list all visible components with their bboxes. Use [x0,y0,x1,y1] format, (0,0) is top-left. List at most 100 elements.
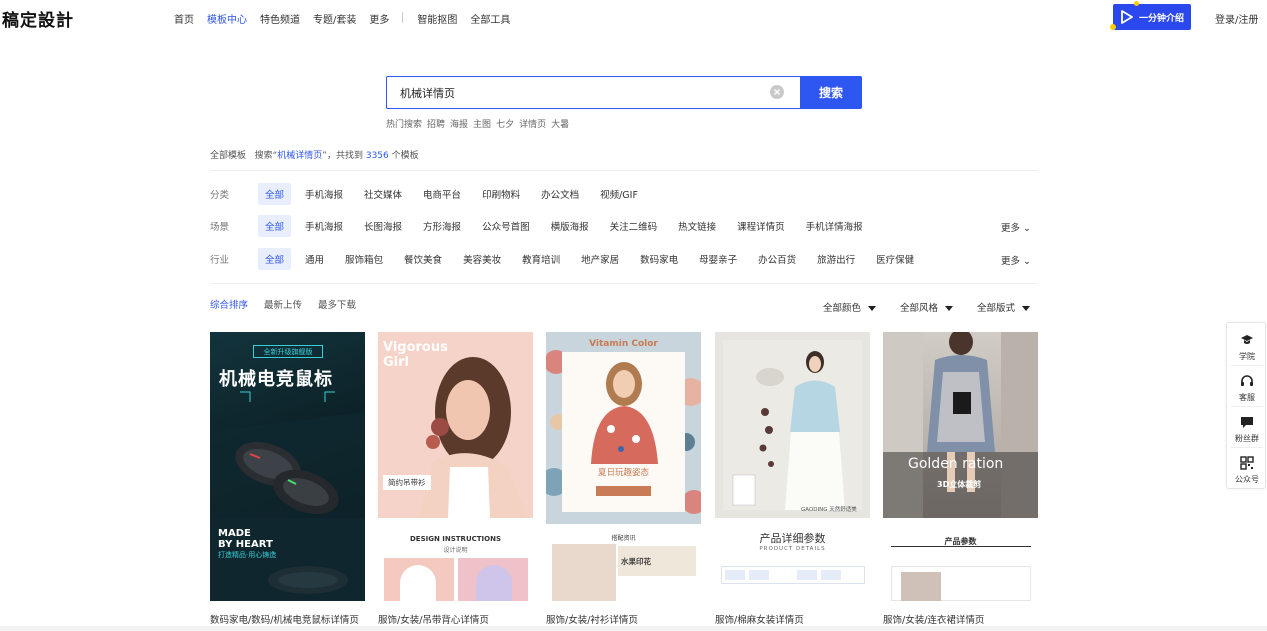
breadcrumb-all-templates[interactable]: 全部模板 [210,151,246,161]
filter-option[interactable]: 全部 [258,248,292,270]
template-card[interactable]: GAODING 天然舒适美 产品详细参数 PRODUCT DETAILS [715,332,870,601]
sort-tab[interactable]: 最新上传 [264,297,302,311]
layout-dropdown[interactable]: 全部版式 [977,300,1031,314]
hot-search-item[interactable]: 海报 [450,117,468,130]
filter-option[interactable]: 办公文档 [534,183,586,205]
hot-search-item[interactable]: 主图 [473,117,491,130]
nav-topics[interactable]: 专题/套装 [313,11,356,26]
intro-video-button[interactable]: 一分钟介绍 [1110,1,1191,30]
filter-option[interactable]: 视频/GIF [593,183,645,205]
side-wechat-button[interactable]: 公众号 [1227,448,1267,488]
caret-down-icon [945,306,954,311]
login-register-link[interactable]: 登录/注册 [1215,11,1258,26]
card-caption[interactable]: 数码家电/数码/机械电竞鼠标详情页 [210,612,370,626]
card-text: 3D立体裁剪 [937,480,982,489]
hot-search-item[interactable]: 大暑 [551,117,569,130]
play-icon [1121,10,1133,24]
card-text: 设计说明 [443,547,468,554]
filter-option[interactable]: 医疗保健 [869,248,921,270]
filter-option[interactable]: 通用 [298,248,331,270]
chat-bubble-icon [1241,417,1253,428]
hot-search-item[interactable]: 招聘 [427,117,445,130]
card-decor-button [596,486,651,496]
nav-template-center[interactable]: 模板中心 [207,11,247,26]
filter-option[interactable]: 横版海报 [544,215,596,237]
hot-search-item[interactable]: 七夕 [496,117,514,130]
card-text: MADE BY HEART [218,528,273,550]
param-cell [821,570,841,580]
side-fan-group-button[interactable]: 粉丝群 [1227,407,1267,447]
template-card[interactable]: 全新升级旗舰版 机械电竞鼠标 MADE BY HEART 打造精品·用心铸造 [210,332,365,601]
result-summary: 全部模板 搜索“机械详情页”，共找到 3356 个模板 [210,151,419,161]
filter-option[interactable]: 长图海报 [357,215,409,237]
filter-industry-row: 行业 全部 通用 服饰箱包 餐饮美食 美容美妆 教育培训 地产家居 数码家电 母… [210,248,1038,270]
filter-option[interactable]: 热文链接 [671,215,723,237]
brand-logo[interactable]: 稿定設計 [2,6,74,31]
filter-option[interactable]: 母婴亲子 [692,248,744,270]
card-caption[interactable]: 服饰/女装/吊带背心详情页 [378,612,538,626]
side-support-button[interactable]: 客服 [1227,366,1267,406]
filter-option[interactable]: 方形海报 [416,215,468,237]
card-text: GAODING 天然舒适美 [801,507,857,513]
top-navigation-bar: 稿定設計 首页 模板中心 特色频道 专题/套装 更多 智能抠图 全部工具 一分钟… [0,0,1267,36]
card-text: 夏日玩趣姿态 [597,468,649,478]
param-cell [725,570,745,580]
card-text: Vitamin Color [589,339,658,349]
filter-option[interactable]: 手机海报 [298,183,350,205]
card-caption[interactable]: 服饰/棉麻女装详情页 [715,612,875,626]
filter-option[interactable]: 旅游出行 [810,248,862,270]
card-text: 水果印花 [621,557,651,566]
filter-option[interactable]: 公众号首图 [475,215,537,237]
filter-option[interactable]: 手机海报 [298,215,350,237]
decor-dot [1110,24,1116,30]
filter-option[interactable]: 全部 [258,183,292,205]
side-academy-button[interactable]: 学院 [1227,325,1267,365]
search-input[interactable] [386,76,800,109]
filter-option[interactable]: 地产家居 [574,248,626,270]
filter-option[interactable]: 教育培训 [515,248,567,270]
filter-label: 行业 [210,255,230,266]
search-button[interactable]: 搜索 [800,76,862,109]
filter-more-button[interactable]: 更多 ⌄ [1001,253,1031,267]
search-keyword: 机械详情页 [277,151,323,161]
sort-tab[interactable]: 最多下载 [318,297,356,311]
search-bar: 搜索 [386,76,862,109]
filter-option[interactable]: 关注二维码 [603,215,665,237]
graduation-cap-icon [1241,335,1253,344]
filter-option[interactable]: 数码家电 [633,248,685,270]
filter-option[interactable]: 社交媒体 [357,183,409,205]
filter-option[interactable]: 全部 [258,215,292,237]
style-dropdown[interactable]: 全部风格 [900,300,954,314]
filter-option[interactable]: 手机详情海报 [799,215,870,237]
filter-option[interactable]: 电商平台 [416,183,468,205]
model-figure [476,565,512,601]
filter-option[interactable]: 课程详情页 [730,215,792,237]
caret-down-icon [868,306,877,311]
clear-search-icon[interactable] [770,85,784,99]
nav-more[interactable]: 更多 [369,11,389,26]
template-card[interactable]: Vigorous Girl 简约吊带衫 DESIGN INSTRUCTIONS 设… [378,332,533,601]
sort-tab[interactable]: 综合排序 [210,297,248,311]
filter-option[interactable]: 印刷物料 [475,183,527,205]
nav-home[interactable]: 首页 [174,11,194,26]
card-tag: 简约吊带衫 [383,475,431,490]
model-thumb [552,544,616,601]
filter-more-button[interactable]: 更多 ⌄ [1001,220,1031,234]
filter-option[interactable]: 餐饮美食 [397,248,449,270]
nav-divider [402,12,404,23]
color-dropdown[interactable]: 全部颜色 [823,300,877,314]
hot-search-item[interactable]: 详情页 [519,117,546,130]
filter-option[interactable]: 办公百货 [751,248,803,270]
template-card[interactable]: Golden ration 3D立体裁剪 产品参数 [883,332,1038,601]
card-caption[interactable]: 服饰/女装/衬衫详情页 [546,612,706,626]
nav-smart-cutout[interactable]: 智能抠图 [417,11,457,26]
nav-featured-channels[interactable]: 特色频道 [260,11,300,26]
filter-option[interactable]: 美容美妆 [456,248,508,270]
card-text: Golden ration [908,456,1004,472]
template-card[interactable]: Vitamin Color 夏日玩趣姿态 搭配资讯 水果印花 [546,332,701,601]
card-caption[interactable]: 服饰/女装/连衣裙详情页 [883,612,1043,626]
nav-all-tools[interactable]: 全部工具 [470,11,510,26]
filter-option[interactable]: 服饰箱包 [338,248,390,270]
filter-category-row: 分类 全部 手机海报 社交媒体 电商平台 印刷物料 办公文档 视频/GIF [210,183,1038,205]
main-nav: 首页 模板中心 特色频道 专题/套装 更多 智能抠图 全部工具 [174,11,523,26]
